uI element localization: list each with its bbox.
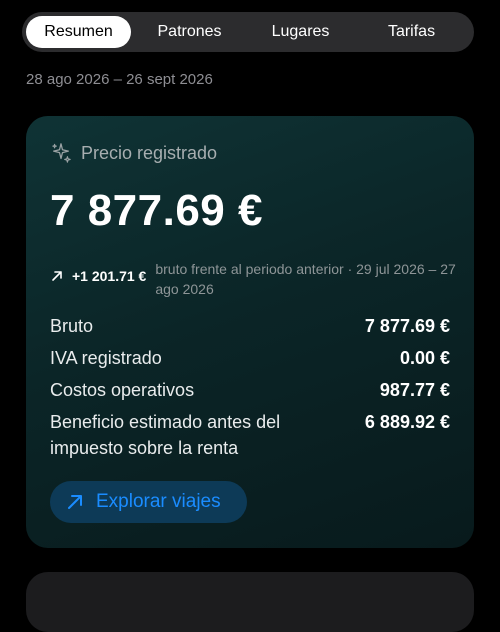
row-value: 7 877.69 € bbox=[364, 316, 450, 336]
card-title: Precio registrado bbox=[81, 142, 218, 163]
period-comparison: +1 201.71 € bruto frente al periodo ante… bbox=[50, 259, 460, 299]
recorded-price-card: Precio registrado 7 877.69 € +1 201.71 €… bbox=[26, 116, 474, 548]
breakdown-row-costos: Costos operativos 987.77 € bbox=[50, 377, 450, 403]
card-header: Precio registrado bbox=[50, 142, 217, 164]
breakdown-row-beneficio: Beneficio estimado antes del impuesto so… bbox=[50, 409, 450, 461]
arrow-up-right-icon bbox=[68, 495, 82, 509]
row-value: 987.77 € bbox=[379, 380, 450, 400]
segmented-tab-bar: Resumen Patrones Lugares Tarifas bbox=[22, 12, 474, 52]
tab-tarifas[interactable]: Tarifas bbox=[353, 16, 470, 48]
date-range: 28 ago 2026 – 26 sept 2026 bbox=[26, 71, 213, 88]
row-value: 0.00 € bbox=[399, 348, 450, 368]
delta-value: +1 201.71 € bbox=[72, 268, 147, 284]
sparkle-icon bbox=[52, 143, 71, 163]
row-label: Bruto bbox=[50, 316, 94, 336]
arrow-up-right-icon bbox=[52, 271, 62, 281]
row-label: Costos operativos bbox=[50, 380, 195, 400]
row-label: IVA registrado bbox=[50, 348, 162, 368]
explore-trips-button[interactable]: Explorar viajes bbox=[50, 481, 247, 523]
breakdown-list: Bruto 7 877.69 € IVA registrado 0.00 € C… bbox=[50, 313, 450, 467]
tab-resumen[interactable]: Resumen bbox=[26, 16, 132, 48]
total-amount: 7 877.69 € bbox=[50, 186, 263, 235]
next-card bbox=[26, 572, 474, 632]
row-value: 6 889.92 € bbox=[364, 412, 450, 432]
breakdown-row-iva: IVA registrado 0.00 € bbox=[50, 345, 450, 371]
delta-note: bruto frente al periodo anterior · 29 ju… bbox=[155, 261, 456, 297]
breakdown-row-bruto: Bruto 7 877.69 € bbox=[50, 313, 450, 339]
tab-patrones[interactable]: Patrones bbox=[131, 16, 248, 48]
tab-lugares[interactable]: Lugares bbox=[248, 16, 353, 48]
explore-trips-label: Explorar viajes bbox=[96, 491, 221, 512]
row-label: Beneficio estimado antes del impuesto so… bbox=[50, 412, 281, 458]
